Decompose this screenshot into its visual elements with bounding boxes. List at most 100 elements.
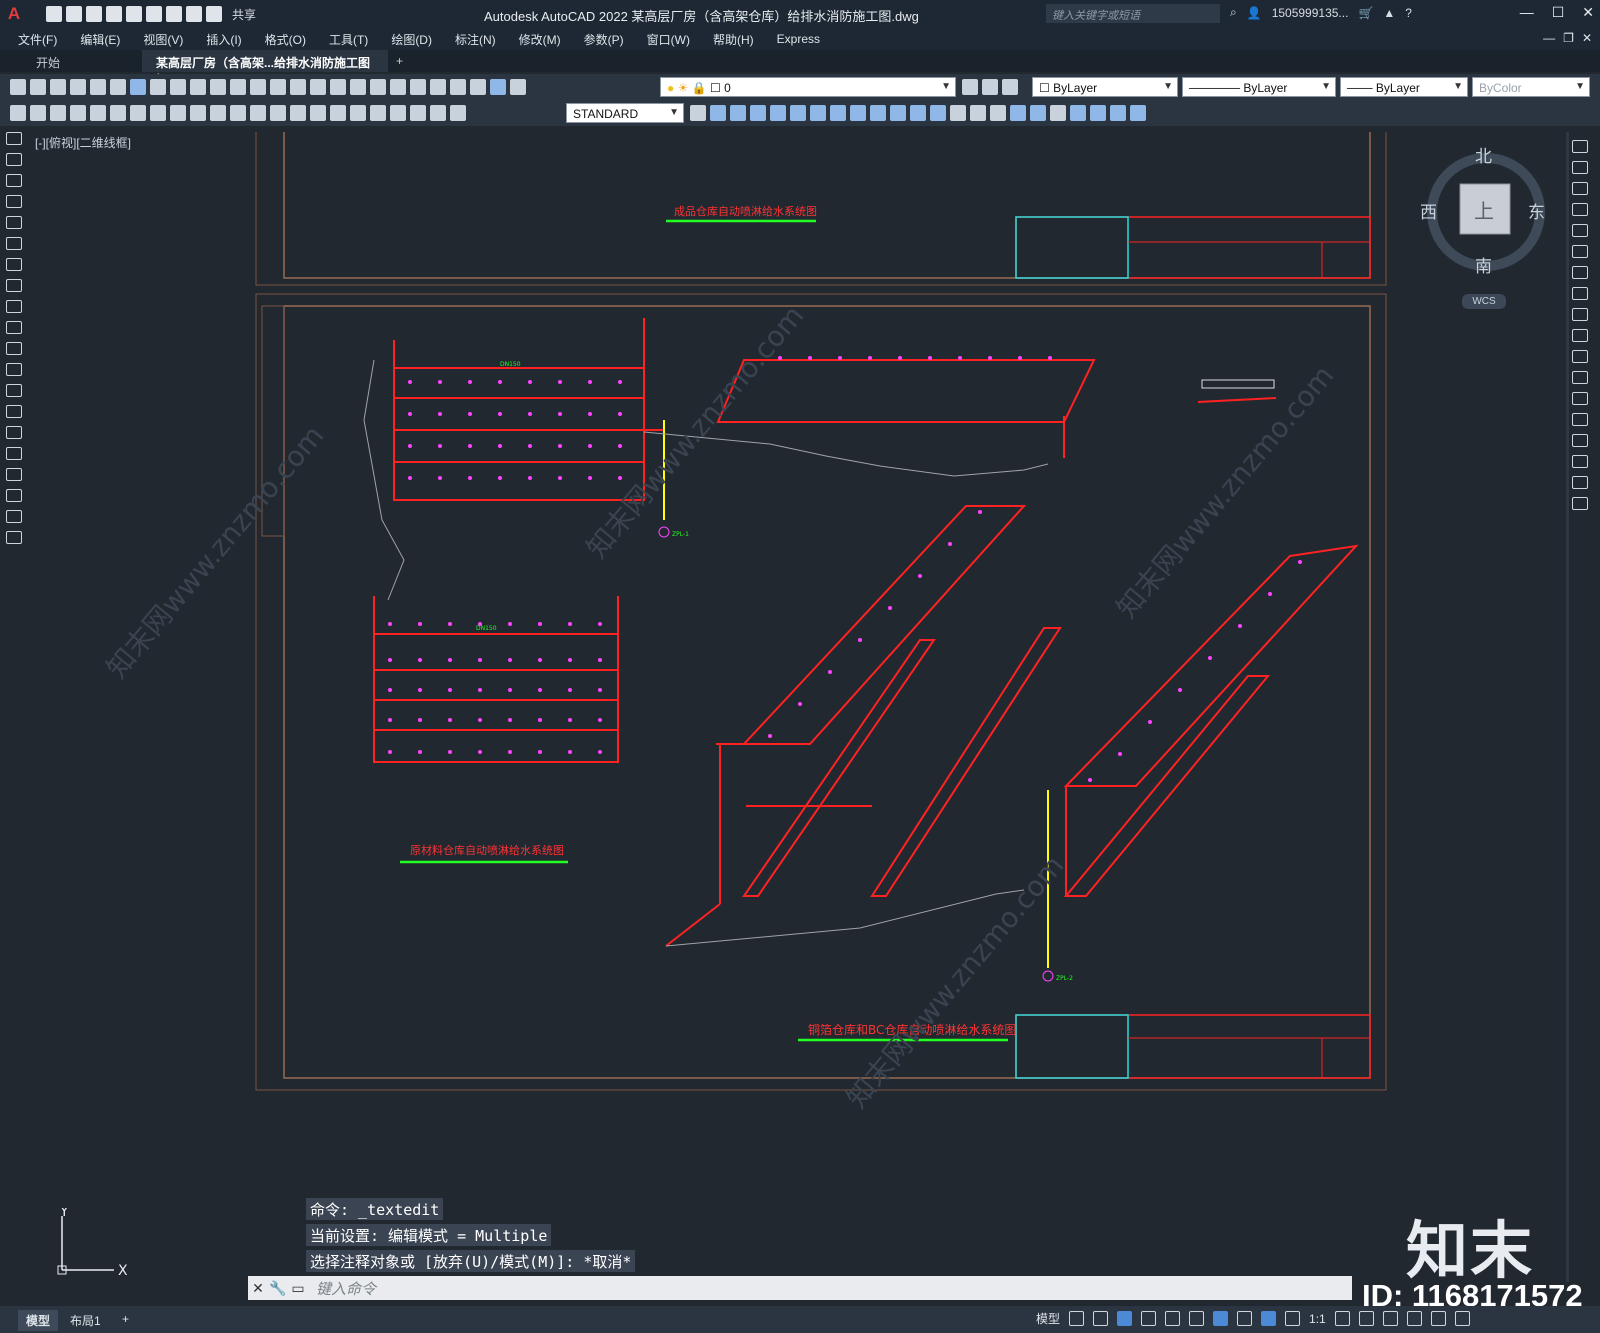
- copy-object-icon[interactable]: [1572, 161, 1588, 174]
- xline-icon[interactable]: [6, 153, 22, 166]
- cylinder-icon[interactable]: [730, 105, 746, 121]
- align-3d-icon[interactable]: [1090, 105, 1106, 121]
- plot-icon[interactable]: [70, 79, 86, 95]
- dim-break-icon[interactable]: [310, 105, 326, 121]
- extend-icon[interactable]: [1572, 350, 1588, 363]
- add-selected-icon[interactable]: [6, 531, 22, 544]
- intersect-icon[interactable]: [990, 105, 1006, 121]
- viewcube-south[interactable]: 南: [1475, 252, 1492, 277]
- plot-icon[interactable]: [166, 6, 182, 22]
- minimize-icon[interactable]: —: [1520, 4, 1534, 21]
- offset-icon[interactable]: [1572, 203, 1588, 216]
- stretch-icon[interactable]: [1572, 308, 1588, 321]
- markup-icon[interactable]: [450, 79, 466, 95]
- text-style-dropdown[interactable]: STANDARD ▼: [566, 103, 684, 123]
- isodraft-icon[interactable]: [1165, 1311, 1181, 1326]
- drawing-canvas[interactable]: 成品仓库自动喷淋给水系统图 原材料仓库自动喷淋给水系统图 铜箔仓库和BC仓库自动…: [28, 132, 1566, 1290]
- command-line[interactable]: ✕ 🔧 ▭ 键入命令: [248, 1276, 1352, 1300]
- move-icon[interactable]: [1572, 245, 1588, 258]
- publish-icon[interactable]: [110, 79, 126, 95]
- 3d-print-icon[interactable]: [130, 79, 146, 95]
- viewcube-north[interactable]: 北: [1475, 142, 1492, 167]
- rotate-3d-icon[interactable]: [1070, 105, 1086, 121]
- app-logo-icon[interactable]: A: [0, 0, 28, 28]
- tab-model[interactable]: 模型: [18, 1310, 59, 1331]
- preview-icon[interactable]: [90, 79, 106, 95]
- continue-dim-icon[interactable]: [270, 105, 286, 121]
- vertical-scrollbar[interactable]: [1566, 132, 1569, 1282]
- menu-express[interactable]: Express: [777, 32, 820, 46]
- customize-icon[interactable]: 🔧: [268, 1280, 288, 1297]
- array-3d-icon[interactable]: [1110, 105, 1126, 121]
- arc-length-icon[interactable]: [110, 105, 126, 121]
- make-current-icon[interactable]: [962, 79, 978, 95]
- mtext-icon[interactable]: [6, 510, 22, 523]
- tab-drawing[interactable]: 某高层厂房（含高架...给排水消防施工图*×: [142, 50, 388, 85]
- model-space-button[interactable]: 模型: [1036, 1310, 1060, 1327]
- plus-icon[interactable]: [1358, 1311, 1374, 1326]
- ortho-icon[interactable]: [1117, 1311, 1133, 1326]
- add-layout-button[interactable]: +: [114, 1310, 137, 1328]
- scale-icon[interactable]: [1572, 287, 1588, 300]
- make-block-icon[interactable]: [6, 384, 22, 397]
- gear-icon[interactable]: [1334, 1311, 1350, 1326]
- table-icon[interactable]: [6, 489, 22, 502]
- viewcube-west[interactable]: 西: [1420, 198, 1437, 223]
- point-icon[interactable]: [6, 405, 22, 418]
- maximize-icon[interactable]: ☐: [1552, 4, 1565, 21]
- undo-icon[interactable]: [250, 79, 266, 95]
- rectangle-icon[interactable]: [6, 216, 22, 229]
- lineweight-icon[interactable]: [1237, 1311, 1253, 1326]
- block-editor-icon[interactable]: [230, 79, 246, 95]
- new-tab-button[interactable]: +: [388, 50, 417, 72]
- menu-view[interactable]: 视图(V): [143, 31, 183, 48]
- diameter-dim-icon[interactable]: [190, 105, 206, 121]
- layer-walk-icon[interactable]: [50, 105, 66, 121]
- ellipse-arc-icon[interactable]: [6, 342, 22, 355]
- pyramid-icon[interactable]: [790, 105, 806, 121]
- menu-file[interactable]: 文件(F): [18, 31, 57, 48]
- user-name[interactable]: 1505999135...: [1272, 6, 1349, 20]
- recent-commands-icon[interactable]: ▭: [288, 1280, 308, 1297]
- menu-dimension[interactable]: 标注(N): [455, 31, 496, 48]
- wedge-icon[interactable]: [810, 105, 826, 121]
- dim-style-icon[interactable]: [690, 105, 706, 121]
- center-mark-icon[interactable]: [350, 105, 366, 121]
- pan-icon[interactable]: [290, 79, 306, 95]
- close-icon[interactable]: ✕: [1582, 4, 1594, 21]
- menu-format[interactable]: 格式(O): [265, 31, 306, 48]
- gradient-icon[interactable]: [6, 447, 22, 460]
- redo-icon[interactable]: [270, 79, 286, 95]
- tab-layout1[interactable]: 布局1: [62, 1310, 109, 1331]
- tab-start[interactable]: 开始: [0, 50, 142, 72]
- join-icon[interactable]: [1572, 413, 1588, 426]
- zoom-previous-icon[interactable]: [350, 79, 366, 95]
- menu-parametric[interactable]: 参数(P): [584, 31, 624, 48]
- spline-icon[interactable]: [6, 300, 22, 313]
- object-snap-tracking-icon[interactable]: [1189, 1311, 1205, 1326]
- linear-dim-icon[interactable]: [70, 105, 86, 121]
- hardware-accel-icon[interactable]: [1406, 1311, 1422, 1326]
- close-command-icon[interactable]: ✕: [248, 1280, 268, 1297]
- circle-icon[interactable]: [6, 258, 22, 271]
- zoom-realtime-icon[interactable]: [310, 79, 326, 95]
- arc-icon[interactable]: [6, 237, 22, 250]
- isolate-objects-icon[interactable]: [1382, 1311, 1398, 1326]
- aligned-dim-icon[interactable]: [90, 105, 106, 121]
- baseline-dim-icon[interactable]: [250, 105, 266, 121]
- lineweight-dropdown[interactable]: ─── ByLayer ▼: [1340, 77, 1468, 97]
- doc-close-icon[interactable]: ✕: [1582, 31, 1592, 45]
- sphere-icon[interactable]: [770, 105, 786, 121]
- menu-help[interactable]: 帮助(H): [713, 31, 754, 48]
- help-icon[interactable]: [490, 79, 506, 95]
- properties-icon[interactable]: [370, 79, 386, 95]
- block-icon[interactable]: [10, 105, 26, 121]
- menu-window[interactable]: 窗口(W): [647, 31, 690, 48]
- hatch-icon[interactable]: [6, 426, 22, 439]
- wcs-menu[interactable]: WCS: [1462, 294, 1506, 309]
- cut-icon[interactable]: [150, 79, 166, 95]
- search-icon[interactable]: ⌕: [1230, 5, 1237, 20]
- tolerance-icon[interactable]: [330, 105, 346, 121]
- erase-icon[interactable]: [1572, 140, 1588, 153]
- annotation-scale[interactable]: 1:1: [1309, 1312, 1326, 1326]
